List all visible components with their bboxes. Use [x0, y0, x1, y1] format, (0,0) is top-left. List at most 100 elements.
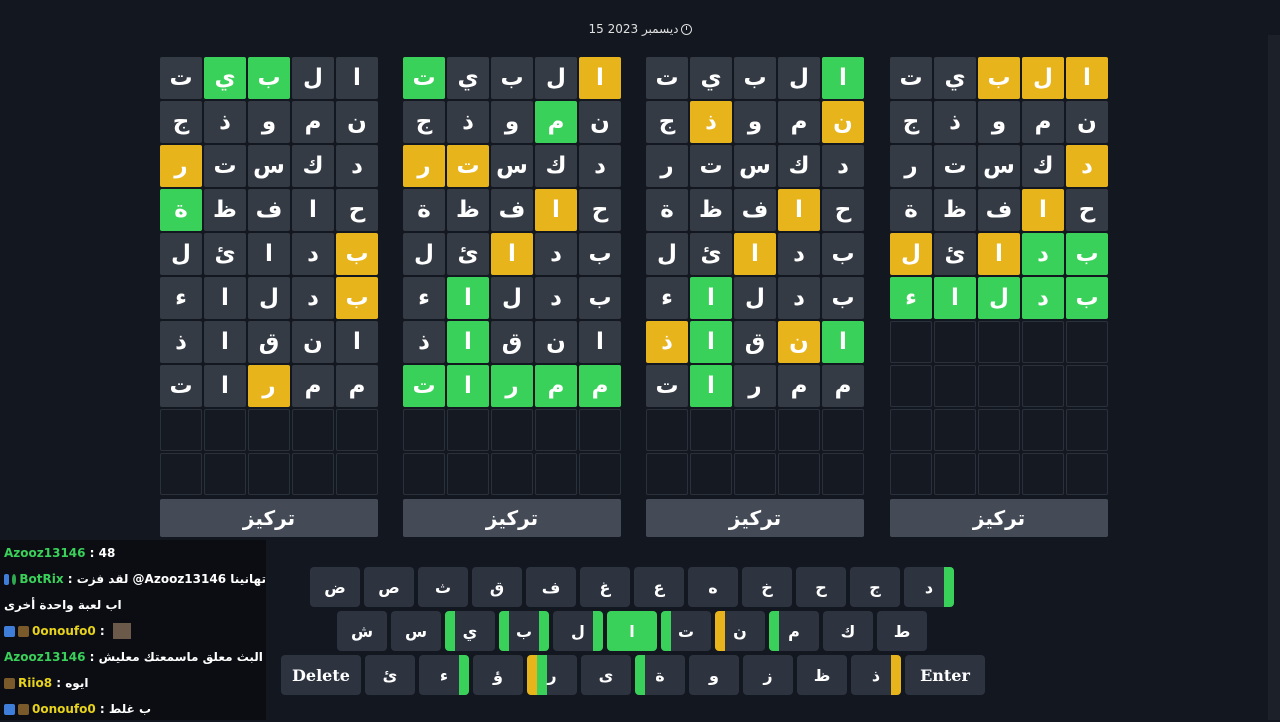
- letter-key[interactable]: ن: [715, 611, 765, 651]
- letter-key[interactable]: ظ: [797, 655, 847, 695]
- letter-key[interactable]: ؤ: [473, 655, 523, 695]
- letter-key[interactable]: ح: [796, 567, 846, 607]
- letter-key[interactable]: ط: [877, 611, 927, 651]
- letter-tile: ا: [248, 233, 290, 275]
- letter-key[interactable]: ذ: [851, 655, 901, 695]
- letter-tile: ر: [734, 365, 776, 407]
- chat-text: 48: [98, 546, 116, 560]
- key-status-bar: [661, 611, 671, 651]
- chat-text: ايوه: [65, 676, 89, 690]
- letter-key[interactable]: غ: [580, 567, 630, 607]
- key-label: ش: [350, 621, 374, 641]
- empty-tile: [1066, 453, 1108, 495]
- letter-key[interactable]: ص: [364, 567, 414, 607]
- empty-tile: [160, 409, 202, 451]
- key-label: ز: [763, 665, 773, 685]
- letter-key[interactable]: ى: [581, 655, 631, 695]
- letter-key[interactable]: ه: [688, 567, 738, 607]
- letter-tile: ح: [1066, 189, 1108, 231]
- key-status-bar: [459, 655, 469, 695]
- chat-separator: :: [85, 546, 99, 560]
- letter-tile: ر: [160, 145, 202, 187]
- letter-tile: ا: [447, 277, 489, 319]
- empty-tile: [690, 409, 732, 451]
- key-label: و: [709, 665, 719, 685]
- empty-tile: [934, 365, 976, 407]
- letter-key[interactable]: ء: [419, 655, 469, 695]
- letter-key[interactable]: م: [769, 611, 819, 651]
- page-scrollbar[interactable]: [1268, 35, 1280, 720]
- letter-key[interactable]: ع: [634, 567, 684, 607]
- letter-key[interactable]: و: [689, 655, 739, 695]
- letter-key[interactable]: ف: [526, 567, 576, 607]
- key-label: ص: [378, 577, 400, 597]
- keyboard-row2: شسيبلاتنمكط: [337, 611, 927, 651]
- letter-tile: ا: [579, 321, 621, 363]
- letter-tile: د: [1066, 145, 1108, 187]
- empty-tile: [890, 321, 932, 363]
- letter-tile: ن: [778, 321, 820, 363]
- focus-button[interactable]: تركيز: [646, 499, 864, 537]
- chat-message: Azooz13146 : البث معلق ماسمعتك معليش: [0, 644, 266, 670]
- key-status-bar: [499, 611, 509, 651]
- letter-tile: ب: [491, 57, 533, 99]
- focus-button[interactable]: تركيز: [890, 499, 1108, 537]
- letter-tile: ن: [579, 101, 621, 143]
- empty-tile: [646, 409, 688, 451]
- letter-key[interactable]: ة: [635, 655, 685, 695]
- letter-key[interactable]: س: [391, 611, 441, 651]
- letter-key[interactable]: ر: [527, 655, 577, 695]
- key-label: Delete: [292, 665, 350, 685]
- letter-tile: و: [491, 101, 533, 143]
- letter-key[interactable]: ل: [553, 611, 603, 651]
- letter-key[interactable]: ي: [445, 611, 495, 651]
- letter-tile: ق: [734, 321, 776, 363]
- letter-tile: ف: [248, 189, 290, 231]
- letter-key[interactable]: ئ: [365, 655, 415, 695]
- letter-tile: ت: [890, 57, 932, 99]
- letter-tile: ك: [1022, 145, 1064, 187]
- letter-tile: ي: [690, 57, 732, 99]
- letter-key[interactable]: ش: [337, 611, 387, 651]
- chat-text: اب لعبة واحدة أخرى: [4, 598, 122, 612]
- key-label: خ: [761, 577, 773, 597]
- empty-tile: [491, 409, 533, 451]
- letter-tile: و: [248, 101, 290, 143]
- letter-key[interactable]: ق: [472, 567, 522, 607]
- key-label: ت: [677, 621, 695, 641]
- letter-tile: ا: [336, 321, 378, 363]
- board-grid: تيبلاجذومنرتسكدةظفاحلئادبءالدبذاقناتارمم: [646, 57, 864, 495]
- letter-tile: ج: [890, 101, 932, 143]
- letter-key[interactable]: د: [904, 567, 954, 607]
- empty-tile: [1022, 365, 1064, 407]
- platform-badge-icon: [4, 703, 15, 715]
- letter-tile: ي: [447, 57, 489, 99]
- letter-key[interactable]: ك: [823, 611, 873, 651]
- letter-key[interactable]: ز: [743, 655, 793, 695]
- letter-tile: ت: [160, 57, 202, 99]
- letter-tile: ذ: [447, 101, 489, 143]
- letter-tile: د: [292, 233, 334, 275]
- board-grid: تيبلاجذومنرتسكدةظفاحلئادبءالدبذاقناتارمم: [403, 57, 621, 495]
- focus-button[interactable]: تركيز: [160, 499, 378, 537]
- letter-tile: م: [535, 101, 577, 143]
- letter-key[interactable]: ث: [418, 567, 468, 607]
- chat-overlay: Azooz13146 : 48 BotRix : لقد فزت @Azooz13…: [0, 540, 266, 720]
- key-label: ض: [324, 577, 346, 597]
- letter-tile: ظ: [934, 189, 976, 231]
- letter-key[interactable]: ت: [661, 611, 711, 651]
- board-1: تيبلاجذومنرتسكدةظفاحلئادبءالدبذاقناتارمم…: [160, 57, 378, 537]
- letter-key[interactable]: ب: [499, 611, 549, 651]
- letter-tile: ا: [822, 57, 864, 99]
- letter-key[interactable]: خ: [742, 567, 792, 607]
- letter-tile: ب: [1066, 233, 1108, 275]
- delete-key[interactable]: Delete: [281, 655, 361, 695]
- letter-key[interactable]: ج: [850, 567, 900, 607]
- enter-key[interactable]: Enter: [905, 655, 985, 695]
- letter-tile: ل: [248, 277, 290, 319]
- key-status-bar: [537, 655, 547, 695]
- letter-tile: ل: [734, 277, 776, 319]
- focus-button[interactable]: تركيز: [403, 499, 621, 537]
- letter-key[interactable]: ض: [310, 567, 360, 607]
- letter-key[interactable]: ا: [607, 611, 657, 651]
